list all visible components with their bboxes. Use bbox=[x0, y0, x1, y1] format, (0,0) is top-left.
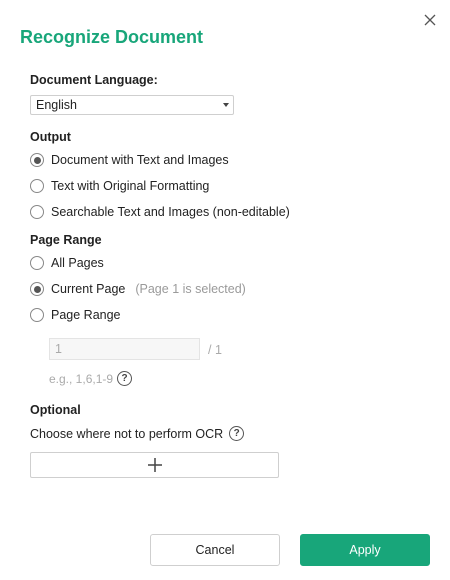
exclude-ocr-description: Choose where not to perform OCR ? bbox=[30, 426, 245, 441]
output-option-label: Text with Original Formatting bbox=[51, 179, 210, 193]
radio-icon[interactable] bbox=[30, 205, 44, 219]
radio-checked-icon[interactable] bbox=[30, 153, 44, 167]
page-range-option-custom[interactable]: Page Range bbox=[30, 306, 121, 324]
output-option-label: Searchable Text and Images (non-editable… bbox=[51, 205, 290, 219]
document-language-value: English bbox=[36, 98, 77, 112]
page-range-input[interactable]: 1 bbox=[49, 338, 200, 360]
chevron-down-icon bbox=[223, 103, 229, 107]
radio-icon[interactable] bbox=[30, 256, 44, 270]
recognize-document-dialog: Recognize Document Document Language: En… bbox=[0, 0, 450, 580]
radio-checked-icon[interactable] bbox=[30, 282, 44, 296]
plus-icon bbox=[147, 458, 162, 472]
radio-icon[interactable] bbox=[30, 179, 44, 193]
document-language-select[interactable]: English bbox=[30, 95, 234, 115]
page-range-example: e.g., 1,6,1-9 ? bbox=[49, 371, 133, 386]
output-option-searchable[interactable]: Searchable Text and Images (non-editable… bbox=[30, 203, 290, 221]
document-language-label: Document Language: bbox=[30, 73, 158, 87]
page-range-option-all-pages[interactable]: All Pages bbox=[30, 254, 104, 272]
question-icon[interactable]: ? bbox=[117, 371, 133, 386]
output-option-label: Document with Text and Images bbox=[51, 153, 229, 167]
output-option-original-formatting[interactable]: Text with Original Formatting bbox=[30, 177, 209, 195]
output-option-text-and-images[interactable]: Document with Text and Images bbox=[30, 151, 229, 169]
page-range-option-current-page[interactable]: Current Page (Page 1 is selected) bbox=[30, 280, 246, 298]
radio-icon[interactable] bbox=[30, 308, 44, 322]
close-button[interactable] bbox=[420, 10, 440, 30]
current-page-hint: (Page 1 is selected) bbox=[135, 282, 246, 296]
apply-button[interactable]: Apply bbox=[300, 534, 430, 566]
page-range-example-text: e.g., 1,6,1-9 bbox=[49, 371, 114, 386]
question-icon[interactable]: ? bbox=[229, 426, 245, 441]
page-range-option-label: All Pages bbox=[51, 256, 104, 270]
output-label: Output bbox=[30, 130, 71, 144]
page-total-label: / 1 bbox=[208, 343, 222, 357]
cancel-button[interactable]: Cancel bbox=[150, 534, 280, 566]
optional-label: Optional bbox=[30, 403, 81, 417]
page-range-option-label: Page Range bbox=[51, 308, 121, 322]
add-exclude-area-button[interactable] bbox=[30, 452, 279, 478]
close-icon bbox=[424, 14, 436, 26]
dialog-title: Recognize Document bbox=[20, 27, 204, 47]
page-range-option-label: Current Page bbox=[51, 282, 126, 296]
exclude-ocr-text: Choose where not to perform OCR bbox=[30, 426, 224, 441]
page-range-label: Page Range bbox=[30, 233, 102, 247]
